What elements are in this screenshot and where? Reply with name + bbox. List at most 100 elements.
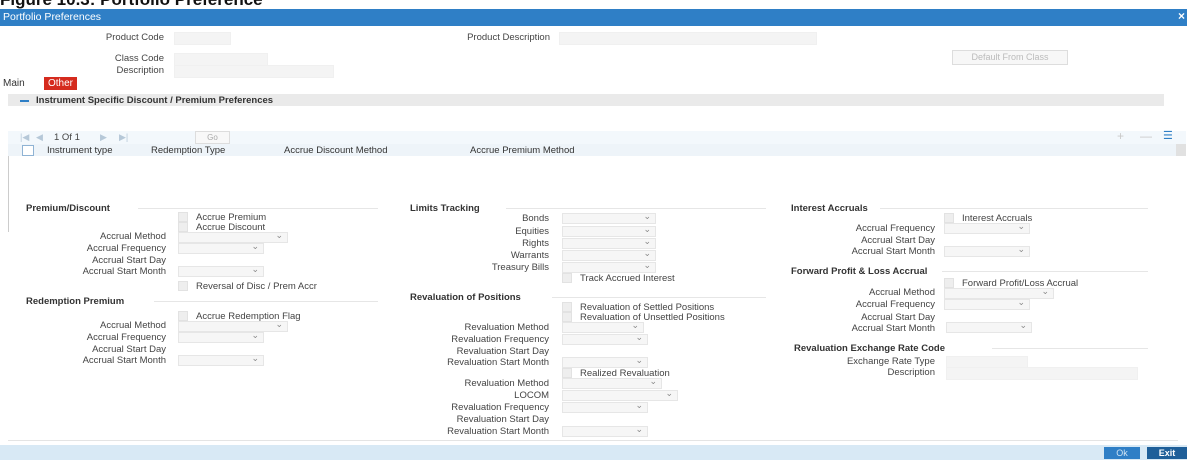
interest-accruals-checkbox[interactable] bbox=[944, 213, 954, 223]
rights-select[interactable]: ⌄ bbox=[562, 236, 656, 249]
grid-left-border bbox=[8, 156, 9, 232]
chevron-down-icon: ⌄ bbox=[649, 376, 657, 386]
ok-button[interactable]: Ok bbox=[1104, 447, 1140, 459]
interest-accruals-title: Interest Accruals bbox=[791, 203, 868, 214]
accrue-redemption-flag-checkbox[interactable] bbox=[178, 311, 188, 321]
revaluation-method-select[interactable]: ⌄ bbox=[562, 320, 644, 333]
ia-accrual-start-month-label: Accrual Start Month bbox=[851, 246, 935, 257]
revaluation-frequency-label: Revaluation Frequency bbox=[451, 334, 549, 345]
locom-select[interactable]: ⌄ bbox=[562, 388, 678, 401]
add-row-icon[interactable]: + bbox=[1117, 129, 1124, 143]
col-instrument-type[interactable]: Instrument type bbox=[47, 145, 112, 156]
warrants-select[interactable]: ⌄ bbox=[562, 248, 656, 261]
interest-accruals-rule bbox=[880, 208, 1148, 209]
fp-accrual-start-day-label: Accrual Start Day bbox=[861, 312, 935, 323]
rp-accrual-start-month-select[interactable]: ⌄ bbox=[178, 353, 264, 366]
treasury-bills-select[interactable]: ⌄ bbox=[562, 260, 656, 273]
exchange-rate-description-input[interactable] bbox=[946, 367, 1138, 380]
fp-accrual-frequency-select[interactable]: ⌄ bbox=[944, 297, 1030, 310]
fwd-pnl-checkbox[interactable] bbox=[944, 278, 954, 288]
next-page-icon[interactable]: ▶ bbox=[100, 132, 107, 143]
rp-accrual-start-day-label: Accrual Start Day bbox=[92, 344, 166, 355]
accrue-discount-checkbox[interactable] bbox=[178, 222, 188, 232]
product-code-label: Product Code bbox=[105, 32, 164, 43]
revaluation-method2-select[interactable]: ⌄ bbox=[562, 376, 662, 389]
revaluation-frequency2-select[interactable]: ⌄ bbox=[562, 400, 648, 413]
ia-accrual-frequency-select[interactable]: ⌄ bbox=[944, 221, 1030, 234]
reversal-label: Reversal of Disc / Prem Accr bbox=[196, 281, 317, 292]
revaluation-unsettled-checkbox[interactable] bbox=[562, 312, 572, 322]
revaluation-frequency-select[interactable]: ⌄ bbox=[562, 332, 648, 345]
pd-accrual-method-label: Accrual Method bbox=[99, 231, 166, 242]
description-input[interactable] bbox=[174, 65, 334, 78]
exchange-rate-rule bbox=[992, 348, 1148, 349]
realized-revaluation-checkbox[interactable] bbox=[562, 368, 572, 378]
chevron-down-icon: ⌄ bbox=[643, 211, 651, 221]
chevron-down-icon: ⌄ bbox=[665, 388, 673, 398]
reversal-checkbox[interactable] bbox=[178, 281, 188, 291]
pd-accrual-frequency-select[interactable]: ⌄ bbox=[178, 241, 264, 254]
pagination-text: 1 Of 1 bbox=[54, 132, 80, 143]
class-code-label: Class Code bbox=[114, 53, 164, 64]
rp-accrual-frequency-select[interactable]: ⌄ bbox=[178, 330, 264, 343]
rp-accrual-method-label: Accrual Method bbox=[99, 320, 166, 331]
collapse-icon[interactable] bbox=[20, 100, 29, 102]
pd-accrual-start-month-select[interactable]: ⌄ bbox=[178, 264, 264, 277]
pd-accrual-method-select[interactable]: ⌄ bbox=[178, 230, 288, 243]
last-page-icon[interactable]: ▶| bbox=[119, 132, 128, 143]
equities-select[interactable]: ⌄ bbox=[562, 224, 656, 237]
remove-row-icon[interactable]: — bbox=[1140, 129, 1152, 143]
chevron-down-icon: ⌄ bbox=[1017, 297, 1025, 307]
fp-accrual-method-select[interactable]: ⌄ bbox=[944, 286, 1054, 299]
product-description-input[interactable] bbox=[559, 32, 817, 45]
ia-accrual-frequency-label: Accrual Frequency bbox=[855, 223, 935, 234]
tab-main[interactable]: Main bbox=[3, 78, 25, 89]
col-accrue-premium-method[interactable]: Accrue Premium Method bbox=[470, 145, 575, 156]
product-code-input[interactable] bbox=[174, 32, 231, 45]
close-icon[interactable]: × bbox=[1178, 9, 1185, 23]
tab-other[interactable]: Other bbox=[44, 77, 78, 90]
col-accrue-discount-method[interactable]: Accrue Discount Method bbox=[284, 145, 388, 156]
product-description-label: Product Description bbox=[467, 32, 550, 43]
revaluation-start-month-select[interactable]: ⌄ bbox=[562, 355, 648, 368]
chevron-down-icon: ⌄ bbox=[635, 424, 643, 434]
ia-accrual-start-month-select[interactable]: ⌄ bbox=[944, 244, 1030, 257]
accrue-premium-checkbox[interactable] bbox=[178, 212, 188, 222]
chevron-down-icon: ⌄ bbox=[1041, 286, 1049, 296]
revaluation-start-month2-select[interactable]: ⌄ bbox=[562, 424, 648, 437]
fwd-pnl-title: Forward Profit & Loss Accrual bbox=[791, 266, 928, 277]
default-from-class-button[interactable]: Default From Class bbox=[952, 50, 1068, 65]
bottom-divider bbox=[8, 440, 1178, 441]
revaluation-settled-checkbox[interactable] bbox=[562, 302, 572, 312]
exchange-rate-description-label: Description bbox=[887, 367, 935, 378]
exit-button[interactable]: Exit bbox=[1147, 447, 1187, 459]
list-view-icon[interactable]: ☰ bbox=[1163, 129, 1173, 142]
select-all-checkbox[interactable] bbox=[22, 145, 34, 156]
prev-page-icon[interactable]: ◀ bbox=[36, 132, 43, 143]
chevron-down-icon: ⌄ bbox=[251, 353, 259, 363]
fp-accrual-start-month-label: Accrual Start Month bbox=[851, 323, 935, 334]
go-button[interactable]: Go bbox=[195, 131, 230, 144]
col-redemption-type[interactable]: Redemption Type bbox=[151, 145, 225, 156]
fwd-pnl-rule bbox=[942, 271, 1148, 272]
revaluation-method-label: Revaluation Method bbox=[464, 322, 550, 333]
description-label: Description bbox=[116, 65, 164, 76]
revaluation-frequency2-label: Revaluation Frequency bbox=[451, 402, 549, 413]
chevron-down-icon: ⌄ bbox=[643, 224, 651, 234]
track-accrued-interest-checkbox[interactable] bbox=[562, 273, 572, 283]
rp-accrual-method-select[interactable]: ⌄ bbox=[178, 319, 288, 332]
equities-label: Equities bbox=[515, 226, 549, 237]
fp-accrual-method-label: Accrual Method bbox=[868, 287, 935, 298]
fp-accrual-start-month-select[interactable]: ⌄ bbox=[946, 320, 1032, 333]
revaluation-rule bbox=[552, 297, 766, 298]
chevron-down-icon: ⌄ bbox=[251, 330, 259, 340]
bonds-select[interactable]: ⌄ bbox=[562, 211, 656, 224]
chevron-down-icon: ⌄ bbox=[635, 355, 643, 365]
chevron-down-icon: ⌄ bbox=[643, 248, 651, 258]
chevron-down-icon: ⌄ bbox=[631, 320, 639, 330]
first-page-icon[interactable]: |◀ bbox=[20, 132, 29, 143]
bonds-label: Bonds bbox=[522, 213, 549, 224]
limits-tracking-title: Limits Tracking bbox=[410, 203, 480, 214]
rp-accrual-start-month-label: Accrual Start Month bbox=[82, 355, 166, 366]
grid-scrollbar[interactable] bbox=[1176, 144, 1186, 156]
